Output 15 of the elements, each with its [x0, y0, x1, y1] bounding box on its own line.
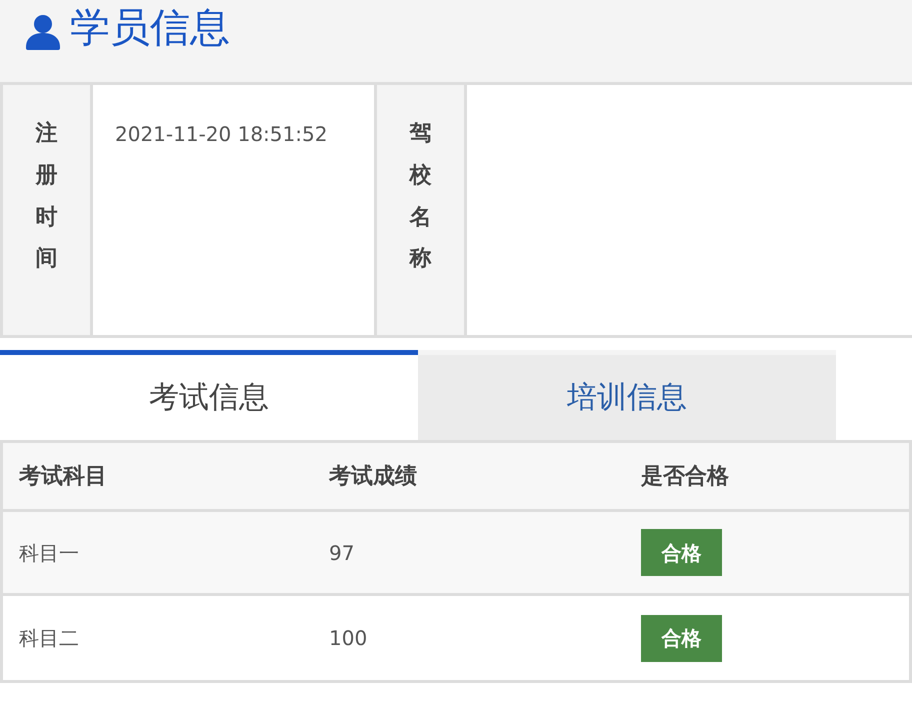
status-badge: 合格: [641, 529, 722, 576]
field-value: 2021-11-20 18:51:52: [115, 122, 328, 146]
table-cell: 科目一: [19, 540, 79, 564]
page-title: 学员信息: [70, 6, 230, 50]
table-cell: 97: [329, 540, 354, 564]
column-header: 是否合格: [641, 464, 729, 488]
tab[interactable]: 培训信息: [418, 350, 836, 440]
column-header: 考试成绩: [329, 464, 417, 488]
field-label: 驾校名称: [410, 120, 432, 274]
column-header: 考试科目: [19, 464, 107, 488]
table-cell: 100: [329, 626, 368, 650]
field-label: 注册时间: [36, 120, 58, 274]
status-badge: 合格: [641, 614, 722, 662]
user-icon: [26, 14, 60, 50]
table-cell: 科目二: [19, 626, 79, 650]
